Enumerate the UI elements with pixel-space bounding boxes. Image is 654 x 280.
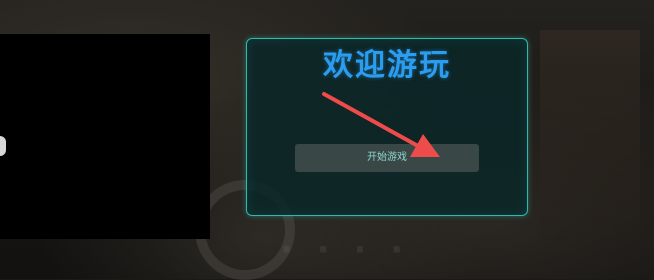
start-game-button[interactable]: 开始游戏 [295, 144, 479, 172]
black-overlay-panel [0, 34, 210, 239]
dialog-title: 欢迎游玩 [323, 48, 451, 83]
background-building [540, 30, 640, 240]
side-handle[interactable] [0, 136, 6, 156]
welcome-dialog: 欢迎游玩 开始游戏 [246, 38, 528, 216]
background-decoration: · · · · [280, 230, 410, 270]
